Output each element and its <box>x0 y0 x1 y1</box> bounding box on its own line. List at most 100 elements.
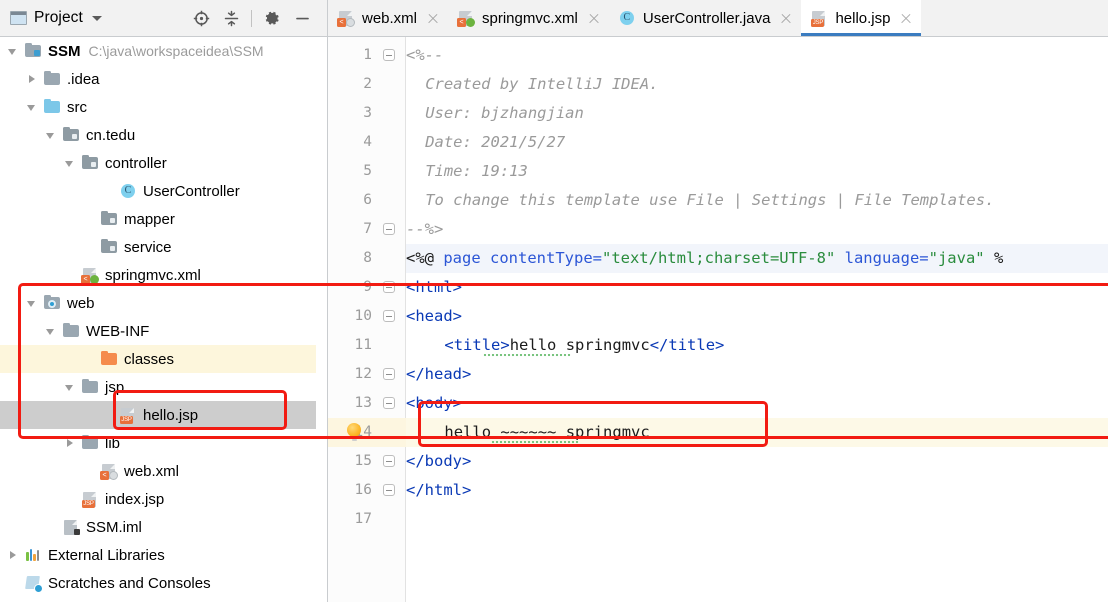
code-line[interactable] <box>406 505 1108 534</box>
chevron-right-icon[interactable] <box>25 72 39 86</box>
code-line[interactable]: <head> <box>406 302 1108 331</box>
editor-tab-usercontroller-java[interactable]: C UserController.java <box>609 0 802 36</box>
line-number: 16 <box>354 482 372 498</box>
tree-node-web[interactable]: web <box>0 289 316 317</box>
tree-arrow-spacer <box>82 212 96 226</box>
code-fold-toggle[interactable] <box>382 215 396 244</box>
tree-arrow-spacer <box>63 492 77 506</box>
code-fold-toggle[interactable] <box>382 389 396 418</box>
tree-node-springmvc-xml[interactable]: < springmvc.xml <box>0 261 316 289</box>
tree-node-ssm[interactable]: SSM C:\java\workspaceidea\SSM <box>0 37 316 65</box>
tree-node-ssm-iml[interactable]: SSM.iml <box>0 513 316 541</box>
project-tree-scrollbar[interactable] <box>316 37 327 602</box>
iml-file-icon <box>63 519 80 535</box>
chevron-down-icon[interactable] <box>91 15 102 21</box>
spellcheck-squiggle <box>491 441 579 444</box>
close-icon[interactable] <box>587 12 600 25</box>
code-fold-toggle[interactable] <box>382 41 396 70</box>
close-icon[interactable] <box>899 12 912 25</box>
tree-node-hello-jsp[interactable]: JSP hello.jsp <box>0 401 316 429</box>
close-icon[interactable] <box>426 12 439 25</box>
editor-area: < web.xml < springmvc.xml C UserController.ja… <box>328 0 1108 602</box>
spring-xml-icon: < <box>81 267 99 284</box>
close-icon[interactable] <box>779 12 792 25</box>
code-line[interactable]: <body> <box>406 389 1108 418</box>
tree-node-controller[interactable]: controller <box>0 149 316 177</box>
editor-tab-hello-jsp[interactable]: JSP hello.jsp <box>801 0 922 36</box>
toolbar-divider <box>251 9 252 27</box>
spellcheck-squiggle <box>483 354 571 357</box>
code-fold-toggle[interactable] <box>382 476 396 505</box>
code-line[interactable]: --%> <box>406 215 1108 244</box>
folder-gray-icon <box>63 322 80 339</box>
code-editor[interactable]: 1 2 3 4 5 6 7 8 9 10 11 12 13 14 15 16 17 <%-- Created by … <box>328 37 1108 602</box>
tree-node-classes[interactable]: classes <box>0 345 316 373</box>
tree-arrow-spacer <box>101 184 115 198</box>
chevron-down-icon[interactable] <box>44 324 58 338</box>
code-line[interactable]: Date: 2021/5/27 <box>406 128 1108 157</box>
folder-gray-icon <box>82 378 99 395</box>
line-number: 11 <box>354 337 372 353</box>
minimize-icon[interactable] <box>287 3 317 33</box>
gear-icon[interactable] <box>257 3 287 33</box>
tree-node-mapper[interactable]: mapper <box>0 205 316 233</box>
select-opened-file-icon[interactable] <box>186 3 216 33</box>
tree-node-jsp[interactable]: jsp <box>0 373 316 401</box>
chevron-down-icon[interactable] <box>63 156 77 170</box>
editor-tab-web-xml[interactable]: < web.xml <box>328 0 448 36</box>
tree-node-service[interactable]: service <box>0 233 316 261</box>
folder-blue-icon <box>44 98 61 115</box>
chevron-down-icon[interactable] <box>25 100 39 114</box>
chevron-down-icon[interactable] <box>6 44 20 58</box>
chevron-down-icon[interactable] <box>25 296 39 310</box>
tree-node-src[interactable]: src <box>0 93 316 121</box>
chevron-down-icon[interactable] <box>63 380 77 394</box>
code-line[interactable]: Created by IntelliJ IDEA. <box>406 70 1108 99</box>
java-class-icon: C <box>619 10 636 26</box>
code-fold-toggle[interactable] <box>382 302 396 331</box>
code-fold-toggle[interactable] <box>382 360 396 389</box>
code-line[interactable]: </body> <box>406 447 1108 476</box>
tree-node-usercontroller[interactable]: C UserController <box>0 177 316 205</box>
code-line[interactable]: </html> <box>406 476 1108 505</box>
collapse-all-icon[interactable] <box>216 3 246 33</box>
scratches-icon <box>25 575 43 593</box>
folder-orange-icon <box>101 350 118 367</box>
chevron-down-icon[interactable] <box>44 128 58 142</box>
code-fold-toggle[interactable] <box>382 273 396 302</box>
intellij-idea-window: Project SSM C:\java\workspaceidea\SSM .i… <box>0 0 1108 602</box>
intention-bulb-icon[interactable] <box>347 423 362 441</box>
line-number: 5 <box>363 163 372 179</box>
web-xml-icon: < <box>100 463 118 480</box>
tree-node-index-jsp[interactable]: JSP index.jsp <box>0 485 316 513</box>
folder-gray-icon <box>44 70 61 87</box>
code-line[interactable]: To change this template use File | Setti… <box>406 186 1108 215</box>
tree-node-scratches-and-consoles[interactable]: Scratches and Consoles <box>0 569 316 597</box>
jsp-file-icon: JSP <box>120 407 137 424</box>
tree-node-web-inf[interactable]: WEB-INF <box>0 317 316 345</box>
chevron-right-icon[interactable] <box>63 436 77 450</box>
line-number: 12 <box>354 366 372 382</box>
code-line[interactable]: User: bjzhangjian <box>406 99 1108 128</box>
tree-node-idea[interactable]: .idea <box>0 65 316 93</box>
editor-tab-springmvc-xml[interactable]: < springmvc.xml <box>448 0 609 36</box>
code-line[interactable]: <html> <box>406 273 1108 302</box>
editor-tab-label: springmvc.xml <box>482 9 578 27</box>
project-tree[interactable]: SSM C:\java\workspaceidea\SSM .idea src cn.t… <box>0 37 316 602</box>
code-line[interactable]: Time: 19:13 <box>406 157 1108 186</box>
code-fold-toggle[interactable] <box>382 447 396 476</box>
tree-node-external-libraries[interactable]: External Libraries <box>0 541 316 569</box>
tree-node-cn-tedu[interactable]: cn.tedu <box>0 121 316 149</box>
web-xml-icon: < <box>337 10 355 27</box>
tree-node-label: service <box>124 238 172 256</box>
tree-node-label: controller <box>105 154 167 172</box>
tree-node-lib[interactable]: lib <box>0 429 316 457</box>
tree-node-web-xml[interactable]: < web.xml <box>0 457 316 485</box>
code-line[interactable]: </head> <box>406 360 1108 389</box>
web-folder-icon <box>44 294 61 311</box>
code-line[interactable]: <%-- <box>406 41 1108 70</box>
chevron-right-icon[interactable] <box>6 548 20 562</box>
tree-node-path: C:\java\workspaceidea\SSM <box>88 43 264 59</box>
code-line[interactable]: <%@ page contentType="text/html;charset=… <box>406 244 1108 273</box>
tree-arrow-spacer <box>44 520 58 534</box>
